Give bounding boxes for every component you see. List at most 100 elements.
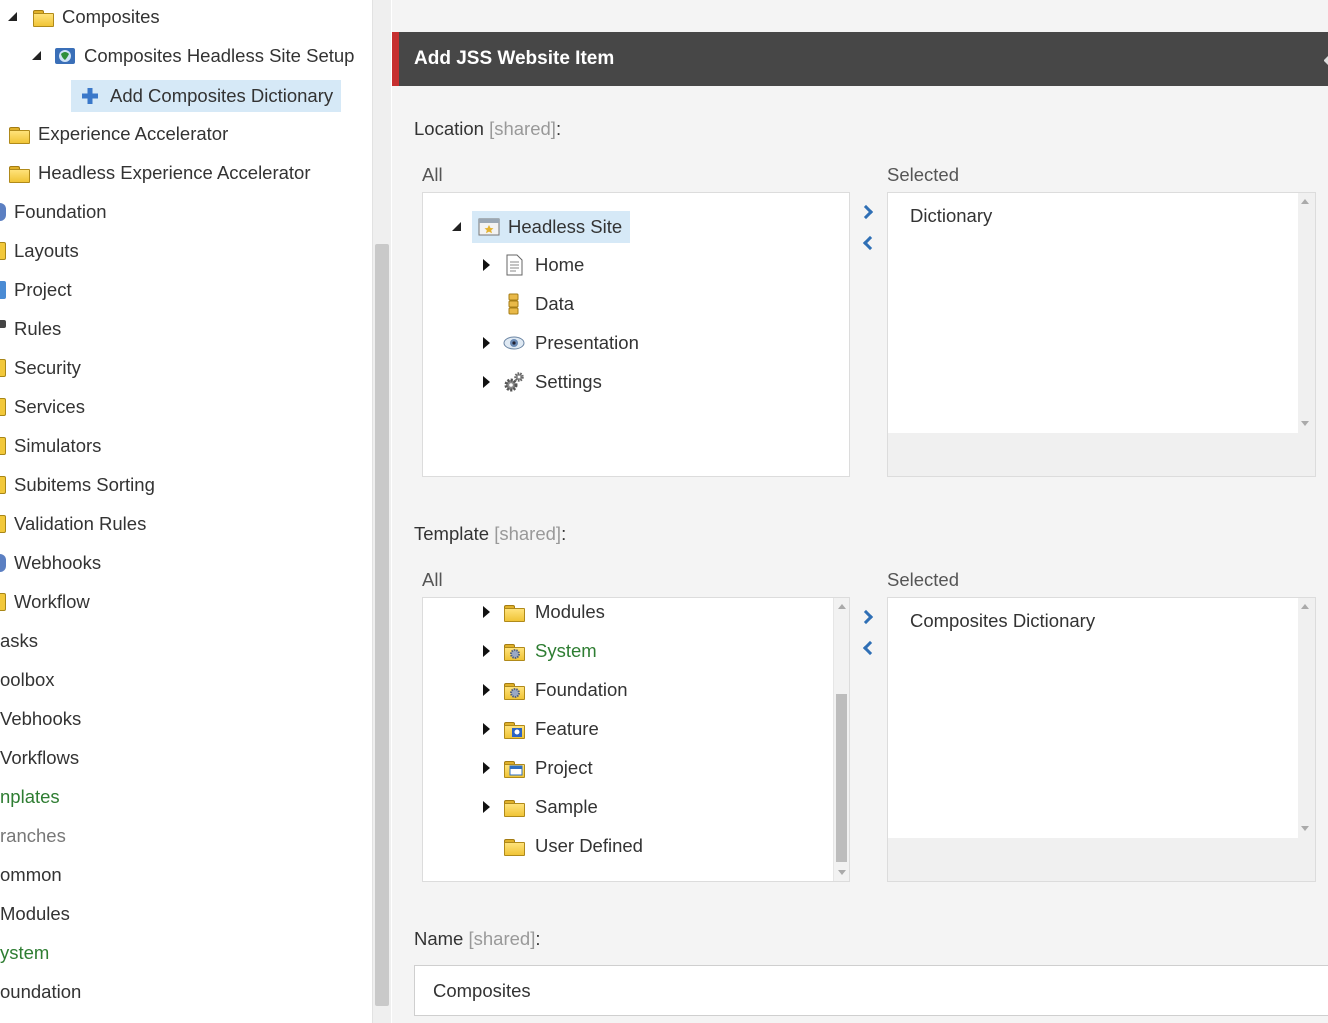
expand-icon[interactable]	[479, 683, 493, 697]
template-node-feature[interactable]: Feature	[479, 714, 599, 744]
template-tree-scrollbar-thumb[interactable]	[836, 694, 847, 862]
collapse-icon[interactable]	[450, 220, 464, 234]
chevron-right-icon	[858, 204, 874, 220]
expand-icon[interactable]	[479, 605, 493, 619]
location-node-home[interactable]: Home	[479, 250, 584, 280]
folder-icon	[0, 242, 6, 260]
scroll-down-icon[interactable]	[1301, 421, 1309, 426]
template-node-system[interactable]: System	[479, 636, 597, 666]
location-selected-list[interactable]: Dictionary	[887, 192, 1316, 477]
top-strip	[392, 0, 1328, 32]
folder-blue-icon	[503, 720, 525, 739]
data-icon	[503, 293, 525, 315]
tree-node-add-composites-dictionary[interactable]: Add Composites Dictionary	[71, 80, 342, 112]
tree-node-modules[interactable]: Modules	[0, 899, 70, 929]
location-selected-label: Selected	[887, 164, 959, 185]
expand-icon[interactable]	[479, 375, 493, 389]
location-all-label: All	[422, 164, 443, 185]
content-tree-panel: Composites Composites Headless Site Setu…	[0, 0, 372, 1023]
expand-icon[interactable]	[479, 761, 493, 775]
tree-node-branches[interactable]: ranches	[0, 821, 66, 851]
template-node-user-defined[interactable]: User Defined	[503, 831, 643, 861]
location-node-headless-site[interactable]: Headless Site	[452, 211, 631, 243]
gears-icon	[503, 371, 525, 393]
tree-node-workflow[interactable]: Workflow	[0, 587, 90, 617]
tree-node-layouts[interactable]: Layouts	[0, 236, 79, 266]
template-node-modules[interactable]: Modules	[479, 598, 605, 627]
tree-node-workflows[interactable]: Vorkflows	[0, 743, 79, 773]
location-remove-button[interactable]	[858, 232, 878, 254]
tree-node-experience-accelerator[interactable]: Experience Accelerator	[8, 119, 228, 149]
expand-icon[interactable]	[479, 644, 493, 658]
site-icon	[478, 216, 500, 238]
tree-node-system[interactable]: ystem	[0, 938, 49, 968]
location-all-tree[interactable]: Headless Site Home Data Presentation Set…	[422, 192, 850, 477]
expand-icon[interactable]	[479, 336, 493, 350]
folder-icon	[0, 359, 6, 377]
template-selected-label: Selected	[887, 569, 959, 590]
editor-panel: Add JSS Website Item Location [shared]: …	[392, 0, 1328, 1023]
globe-icon	[0, 554, 6, 572]
expand-icon[interactable]	[479, 800, 493, 814]
folder-icon	[0, 476, 6, 494]
tree-scrollbar-thumb[interactable]	[375, 244, 389, 1006]
collapse-icon[interactable]	[6, 10, 20, 24]
chevron-left-icon	[862, 640, 878, 656]
template-add-button[interactable]	[858, 606, 878, 628]
tree-scrollbar[interactable]	[372, 0, 391, 1023]
location-selected-item[interactable]: Dictionary	[910, 205, 992, 227]
template-tree-scrollbar[interactable]	[833, 598, 849, 881]
tree-node-services[interactable]: Services	[0, 392, 85, 422]
folder-icon	[0, 398, 6, 416]
tree-node-rules[interactable]: Rules	[0, 314, 61, 344]
tree-node-headless-experience-accelerator[interactable]: Headless Experience Accelerator	[8, 158, 311, 188]
tree-node-composites-headless-site-setup[interactable]: Composites Headless Site Setup	[30, 41, 354, 71]
folder-icon	[8, 164, 30, 183]
template-selected-item[interactable]: Composites Dictionary	[910, 610, 1095, 632]
section-title: Add JSS Website Item	[414, 48, 615, 69]
scroll-up-icon[interactable]	[838, 604, 846, 609]
tree-node-common[interactable]: ommon	[0, 860, 62, 890]
tree-node-foundation[interactable]: Foundation	[0, 197, 107, 227]
template-selected-list[interactable]: Composites Dictionary	[887, 597, 1316, 882]
template-remove-button[interactable]	[858, 637, 878, 659]
tree-node-security[interactable]: Security	[0, 353, 81, 383]
location-node-settings[interactable]: Settings	[479, 367, 602, 397]
expand-icon[interactable]	[479, 258, 493, 272]
tree-node-simulators[interactable]: Simulators	[0, 431, 101, 461]
site-setup-icon	[54, 45, 76, 67]
globe-icon	[0, 203, 6, 221]
collapse-icon[interactable]	[30, 49, 44, 63]
tree-node-project[interactable]: Project	[0, 275, 72, 305]
location-node-presentation[interactable]: Presentation	[479, 328, 639, 358]
template-node-sample[interactable]: Sample	[479, 792, 598, 822]
chevron-right-icon	[858, 609, 874, 625]
location-add-button[interactable]	[858, 201, 878, 223]
scroll-down-icon[interactable]	[1301, 826, 1309, 831]
chevron-left-icon	[862, 235, 878, 251]
scroll-up-icon[interactable]	[1301, 199, 1309, 204]
folder-icon	[8, 125, 30, 144]
location-node-data[interactable]: Data	[503, 289, 574, 319]
expand-icon[interactable]	[479, 722, 493, 736]
scroll-up-icon[interactable]	[1301, 604, 1309, 609]
tree-node-toolbox[interactable]: oolbox	[0, 665, 55, 695]
template-node-project[interactable]: Project	[479, 753, 593, 783]
tree-node-webhooks-root[interactable]: Vebhooks	[0, 704, 81, 734]
section-header[interactable]: Add JSS Website Item	[392, 32, 1328, 86]
scroll-down-icon[interactable]	[838, 870, 846, 875]
tree-node-webhooks[interactable]: Webhooks	[0, 548, 101, 578]
eye-icon	[503, 332, 525, 354]
folder-icon	[503, 603, 525, 622]
tree-node-tasks[interactable]: asks	[0, 626, 38, 656]
tree-node-templates[interactable]: nplates	[0, 782, 60, 812]
tree-node-foundation-templates[interactable]: oundation	[0, 977, 81, 1007]
tree-node-subitems-sorting[interactable]: Subitems Sorting	[0, 470, 155, 500]
template-all-tree[interactable]: Modules System Foundation Feature Projec…	[422, 597, 850, 882]
template-node-foundation[interactable]: Foundation	[479, 675, 628, 705]
folder-icon	[503, 837, 525, 856]
name-input[interactable]: Composites	[414, 965, 1328, 1016]
tree-node-validation-rules[interactable]: Validation Rules	[0, 509, 146, 539]
tree-node-composites[interactable]: Composites	[6, 2, 160, 32]
collapse-arrow-icon[interactable]	[1323, 56, 1328, 65]
